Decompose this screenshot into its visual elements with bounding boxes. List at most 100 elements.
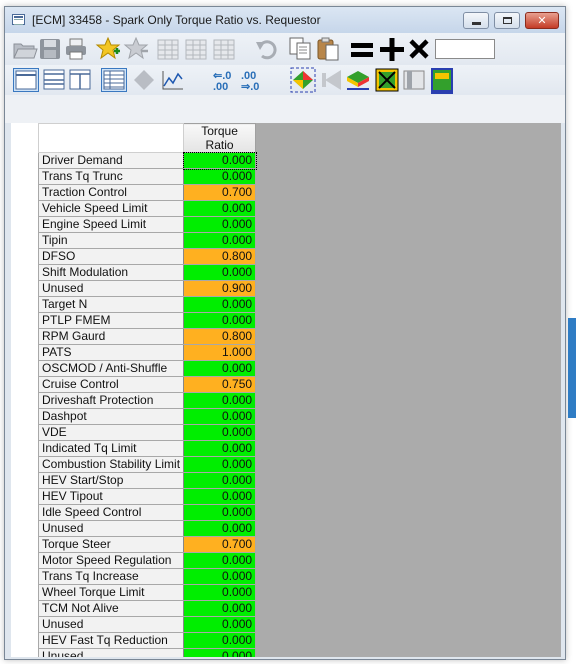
multiply-icon[interactable]	[409, 39, 429, 59]
torque-ratio-cell[interactable]: 0.000	[183, 456, 257, 473]
table-row: PATS 1.000	[37, 344, 257, 361]
table-row: Dashpot 0.000	[37, 408, 257, 425]
torque-ratio-cell[interactable]: 0.000	[183, 552, 257, 569]
table-row: Unused 0.000	[37, 616, 257, 633]
table-row: Vehicle Speed Limit 0.000	[37, 200, 257, 217]
torque-ratio-cell[interactable]: 0.800	[183, 328, 257, 345]
background-window-edge	[568, 318, 576, 418]
table-row: Motor Speed Regulation 0.000	[37, 552, 257, 569]
table-row: Wheel Torque Limit 0.000	[37, 584, 257, 601]
row-label: Unused	[37, 616, 185, 633]
torque-ratio-cell[interactable]: 0.000	[183, 168, 257, 185]
decimal-decrease-icon[interactable]: ⇐.0 .00	[213, 70, 231, 93]
row-label: TCM Not Alive	[37, 600, 185, 617]
graph-icon[interactable]	[162, 71, 183, 90]
layout-horizontal-icon[interactable]	[43, 69, 65, 90]
paste-icon[interactable]	[317, 37, 339, 61]
torque-ratio-cell[interactable]: 0.000	[183, 312, 257, 329]
torque-ratio-cell[interactable]: 0.000	[183, 648, 257, 657]
table-row: OSCMOD / Anti-Shuffle 0.000	[37, 360, 257, 377]
remove-favorite-icon[interactable]	[123, 36, 149, 60]
torque-ratio-cell[interactable]: 1.000	[183, 344, 257, 361]
torque-ratio-cell[interactable]: 0.000	[183, 584, 257, 601]
torque-ratio-cell[interactable]: 0.800	[183, 248, 257, 265]
color-range-icon[interactable]	[431, 68, 453, 94]
save-icon[interactable]	[40, 39, 60, 59]
toolbar-view: ⇐.0 .00 .00 ⇒.0	[5, 65, 565, 95]
layout-single-icon[interactable]	[13, 68, 39, 92]
close-button[interactable]	[525, 12, 559, 29]
column-header-torque-ratio[interactable]: Torque Ratio	[183, 123, 257, 153]
open-folder-icon[interactable]	[13, 43, 38, 59]
torque-ratio-cell[interactable]: 0.000	[183, 232, 257, 249]
row-label: HEV Tipout	[37, 488, 185, 505]
torque-ratio-cell[interactable]: 0.000	[183, 616, 257, 633]
row-label: HEV Fast Tq Reduction	[37, 632, 185, 649]
torque-ratio-cell[interactable]: 0.900	[183, 280, 257, 297]
row-label: Driver Demand	[37, 152, 185, 169]
torque-ratio-cell[interactable]: 0.000	[183, 392, 257, 409]
table-view-icon[interactable]	[101, 68, 127, 92]
table-row: Unused 0.000	[37, 648, 257, 657]
torque-ratio-cell[interactable]: 0.000	[183, 216, 257, 233]
torque-ratio-cell[interactable]: 0.000	[183, 424, 257, 441]
torque-ratio-cell[interactable]: 0.000	[183, 632, 257, 649]
torque-ratio-cell[interactable]: 0.000	[183, 408, 257, 425]
value-input[interactable]	[435, 39, 495, 59]
table-row: RPM Gaurd 0.800	[37, 328, 257, 345]
print-icon[interactable]	[66, 38, 86, 60]
torque-ratio-cell[interactable]: 0.000	[183, 520, 257, 537]
table-icon[interactable]	[185, 39, 207, 60]
row-label: HEV Start/Stop	[37, 472, 185, 489]
table-row: DFSO 0.800	[37, 248, 257, 265]
row-label: Unused	[37, 648, 185, 657]
table-icon[interactable]	[157, 39, 179, 60]
undo-icon[interactable]	[256, 40, 277, 60]
table-row: Idle Speed Control 0.000	[37, 504, 257, 521]
torque-ratio-cell[interactable]: 0.000	[183, 296, 257, 313]
svg-text:.00: .00	[213, 81, 228, 93]
torque-ratio-cell[interactable]: 0.000	[183, 264, 257, 281]
torque-ratio-cell[interactable]: 0.000	[183, 472, 257, 489]
row-label: Tipin	[37, 232, 185, 249]
torque-ratio-cell[interactable]: 0.000	[183, 440, 257, 457]
torque-ratio-cell[interactable]: 0.000	[183, 504, 257, 521]
torque-ratio-cell[interactable]: 0.700	[183, 184, 257, 201]
add-favorite-icon[interactable]	[95, 36, 121, 60]
equals-icon[interactable]	[351, 43, 373, 57]
torque-ratio-cell[interactable]: 0.000	[183, 360, 257, 377]
row-label: Dashpot	[37, 408, 185, 425]
row-label: Traction Control	[37, 184, 185, 201]
table-icon[interactable]	[213, 39, 235, 60]
row-label: PATS	[37, 344, 185, 361]
torque-ratio-cell[interactable]: 0.000	[183, 200, 257, 217]
table-row: Tipin 0.000	[37, 232, 257, 249]
torque-ratio-cell[interactable]: 0.000	[183, 568, 257, 585]
copy-icon[interactable]	[289, 37, 311, 60]
table-row: HEV Start/Stop 0.000	[37, 472, 257, 489]
app-icon	[12, 14, 25, 25]
bar-icon[interactable]	[403, 70, 425, 90]
color-fill-icon[interactable]	[290, 67, 316, 93]
table-row: Indicated Tq Limit 0.000	[37, 440, 257, 457]
title-bar[interactable]: [ECM] 33458 - Spark Only Torque Ratio vs…	[5, 7, 565, 33]
row-label: Motor Speed Regulation	[37, 552, 185, 569]
torque-ratio-cell[interactable]: 0.700	[183, 536, 257, 553]
table-row: TCM Not Alive 0.000	[37, 600, 257, 617]
torque-ratio-cell[interactable]: 0.000	[183, 488, 257, 505]
torque-ratio-cell[interactable]: 0.000	[183, 600, 257, 617]
maximize-button[interactable]	[494, 12, 520, 29]
color-fill-disabled-icon[interactable]	[322, 70, 341, 90]
decimal-increase-icon[interactable]: .00 ⇒.0	[241, 70, 259, 93]
torque-ratio-cell[interactable]: 0.000	[182, 151, 257, 170]
color-stack-icon[interactable]	[347, 71, 369, 90]
select-box-icon[interactable]	[375, 68, 399, 92]
row-label: Trans Tq Trunc	[37, 168, 185, 185]
table-row: Driver Demand 0.000	[37, 151, 257, 170]
diamond-icon[interactable]	[134, 70, 154, 90]
torque-ratio-cell[interactable]: 0.750	[183, 376, 257, 393]
minimize-button[interactable]	[463, 12, 489, 29]
layout-vertical-icon[interactable]	[69, 69, 91, 90]
plus-icon[interactable]	[380, 38, 404, 61]
table-row: Engine Speed Limit 0.000	[37, 216, 257, 233]
